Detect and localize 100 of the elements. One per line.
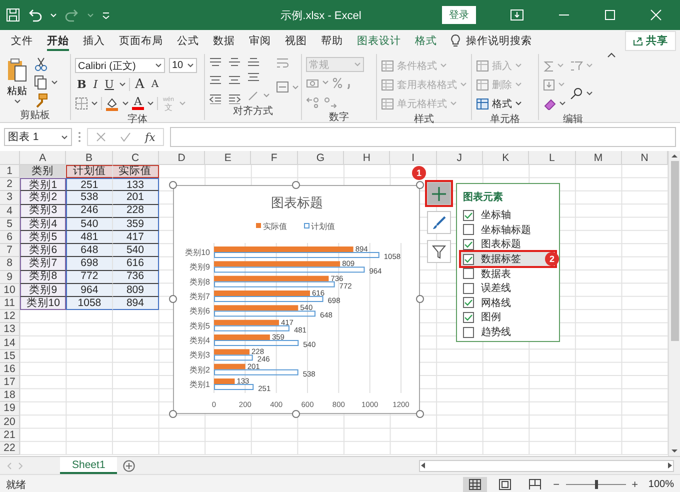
center-icon[interactable] <box>228 75 241 86</box>
column-header[interactable]: K <box>482 151 530 165</box>
resize-handle[interactable] <box>169 181 177 189</box>
increase-decimal-icon[interactable] <box>306 96 320 108</box>
redo-icon[interactable] <box>65 8 79 22</box>
save-icon[interactable] <box>6 8 20 22</box>
ribbon-tab[interactable]: 公式 <box>170 30 206 52</box>
row-header[interactable]: 11 <box>0 296 20 310</box>
resize-handle[interactable] <box>292 181 300 189</box>
outdent-icon[interactable] <box>228 93 241 104</box>
row-header[interactable]: 3 <box>0 191 20 205</box>
checkbox[interactable] <box>463 326 474 338</box>
shrink-font-button[interactable]: A <box>149 79 161 90</box>
ribbon-display-icon[interactable] <box>510 9 524 21</box>
row-header[interactable]: 13 <box>0 323 20 336</box>
column-header[interactable]: A <box>20 151 66 165</box>
checkbox[interactable] <box>463 224 474 236</box>
sign-in-button[interactable]: 登录 <box>442 6 476 24</box>
column-header[interactable]: C <box>112 151 159 165</box>
align-left-icon[interactable] <box>209 75 222 86</box>
percent-icon[interactable] <box>332 76 343 88</box>
row-header[interactable]: 8 <box>0 257 20 270</box>
row-header[interactable]: 10 <box>0 284 20 297</box>
column-header[interactable]: I <box>390 151 437 165</box>
row-header[interactable]: 4 <box>0 204 20 218</box>
caret-icon[interactable] <box>586 90 593 96</box>
caret-icon[interactable] <box>14 99 20 104</box>
ribbon-tab[interactable]: 图表设计 <box>350 30 408 52</box>
column-header[interactable]: G <box>298 151 344 165</box>
close-icon[interactable] <box>650 9 662 21</box>
currency-icon[interactable] <box>306 76 319 88</box>
column-header[interactable]: F <box>251 151 298 165</box>
zoom-in-button[interactable]: + <box>632 478 638 490</box>
checkbox[interactable] <box>463 297 474 308</box>
format-painter-icon[interactable] <box>34 93 48 108</box>
column-header[interactable]: E <box>205 151 252 165</box>
checkbox[interactable] <box>463 238 474 250</box>
column-header[interactable]: M <box>576 151 622 165</box>
row-header[interactable]: 19 <box>0 402 20 416</box>
caret-icon[interactable] <box>91 101 98 106</box>
row-header[interactable]: 6 <box>0 230 20 244</box>
chart-elements-button[interactable] <box>427 182 451 205</box>
share-button[interactable]: 共享 <box>625 31 676 51</box>
orientation-icon[interactable] <box>247 90 260 101</box>
font-family-dropdown[interactable]: Calibri (正文) <box>75 58 165 73</box>
row-header[interactable]: 5 <box>0 218 20 231</box>
ribbon-tab[interactable]: 帮助 <box>314 30 350 52</box>
align-middle-icon[interactable] <box>228 57 241 68</box>
check-icon[interactable] <box>120 132 131 142</box>
resize-handle[interactable] <box>416 295 424 303</box>
ribbon-tab[interactable]: 审阅 <box>242 30 278 52</box>
indent-icon[interactable] <box>209 93 222 104</box>
chart-element-option[interactable]: 数据表 <box>461 266 555 281</box>
chart-element-option[interactable]: 坐标轴标题 <box>461 222 555 238</box>
row-header[interactable]: 2 <box>0 178 20 192</box>
scroll-right-icon[interactable] <box>667 462 673 469</box>
paste-button[interactable]: 粘贴 <box>4 57 30 108</box>
caret-icon[interactable] <box>51 80 58 85</box>
align-top-icon[interactable] <box>209 57 222 68</box>
font-color-button[interactable]: A <box>132 97 144 110</box>
eraser-icon[interactable] <box>543 98 556 110</box>
column-header[interactable]: D <box>158 151 206 165</box>
font-style-button[interactable]: B <box>75 78 88 91</box>
caret-icon[interactable] <box>61 134 68 140</box>
ribbon-tab[interactable]: 插入 <box>76 30 112 52</box>
column-header[interactable]: J <box>436 151 483 165</box>
wrap-text-icon[interactable] <box>276 57 289 70</box>
chart-filters-button[interactable] <box>427 240 451 263</box>
sheet-tab[interactable]: Sheet1 <box>60 457 118 474</box>
lightbulb-icon[interactable] <box>450 34 461 48</box>
formula-input[interactable] <box>170 127 676 147</box>
insert-function-button[interactable]: fx <box>145 130 156 144</box>
resize-handle[interactable] <box>292 410 300 418</box>
ribbon-tab[interactable]: 文件 <box>4 30 40 52</box>
chart-element-option[interactable]: 趋势线 <box>461 324 555 340</box>
chart-element-option[interactable]: 网格线 <box>461 296 555 310</box>
row-header[interactable]: 9 <box>0 270 20 284</box>
fill-down-icon[interactable] <box>543 78 555 90</box>
grow-font-button[interactable]: A <box>132 77 146 92</box>
chart-styles-button[interactable] <box>427 211 451 234</box>
decrease-decimal-icon[interactable] <box>323 96 337 108</box>
chart-element-option[interactable]: 图表标题 <box>461 237 555 252</box>
column-header[interactable]: L <box>529 151 576 165</box>
caret-icon[interactable] <box>155 63 162 68</box>
caret-icon[interactable] <box>515 101 522 106</box>
row-header[interactable]: 12 <box>0 310 20 324</box>
column-header[interactable]: N <box>622 151 668 165</box>
align-right-icon[interactable] <box>247 72 260 83</box>
checkbox[interactable] <box>463 210 474 221</box>
name-box[interactable]: 图表 1 <box>4 128 72 146</box>
row-header[interactable]: 14 <box>0 336 20 350</box>
font-style-button[interactable]: I <box>91 78 100 91</box>
row-header[interactable]: 21 <box>0 428 20 442</box>
row-header[interactable]: 17 <box>0 376 20 390</box>
resize-handle[interactable] <box>169 295 177 303</box>
fill-bucket-icon[interactable] <box>105 96 119 110</box>
resize-handle[interactable] <box>416 410 424 418</box>
merge-icon[interactable] <box>276 81 289 93</box>
ribbon-tab[interactable]: 页面布局 <box>112 30 170 52</box>
row-header[interactable]: 15 <box>0 350 20 363</box>
